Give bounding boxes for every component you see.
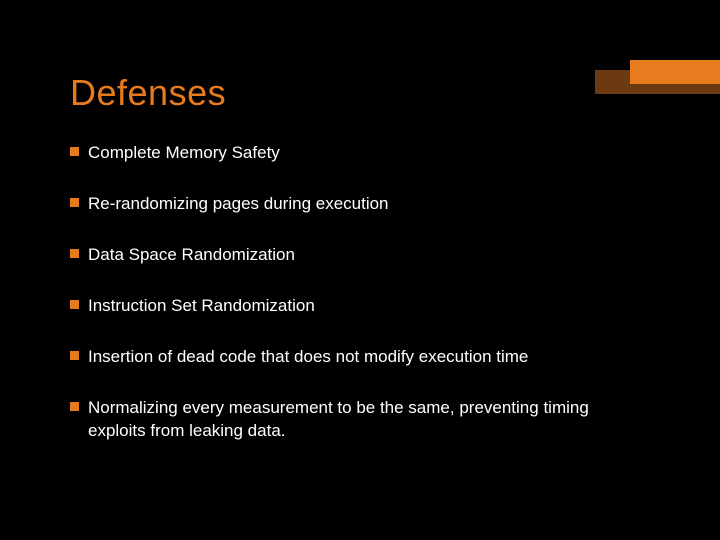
list-item: Instruction Set Randomization xyxy=(70,295,650,318)
slide-title: Defenses xyxy=(70,72,650,114)
list-item: Normalizing every measurement to be the … xyxy=(70,397,650,443)
list-item: Insertion of dead code that does not mod… xyxy=(70,346,650,369)
list-item: Re-randomizing pages during execution xyxy=(70,193,650,216)
list-item: Data Space Randomization xyxy=(70,244,650,267)
bullet-list: Complete Memory Safety Re-randomizing pa… xyxy=(70,142,650,443)
slide-container: Defenses Complete Memory Safety Re-rando… xyxy=(0,0,720,540)
list-item: Complete Memory Safety xyxy=(70,142,650,165)
